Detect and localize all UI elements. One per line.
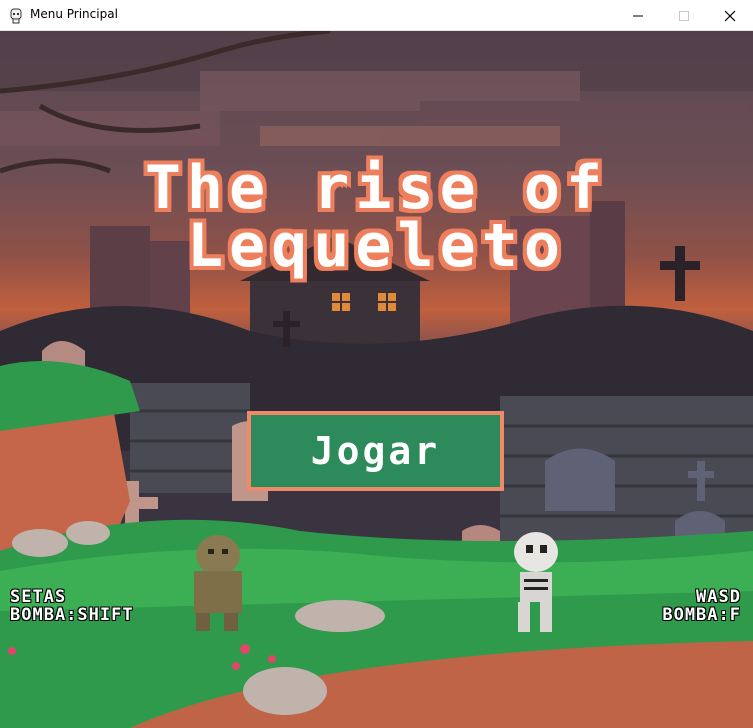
player1-controls: SETAS BOMBA:SHIFT xyxy=(10,588,134,624)
play-button[interactable]: Jogar xyxy=(247,411,504,491)
player2-move-keys: WASD xyxy=(696,587,741,607)
player2-bomb-key: BOMBA:F xyxy=(662,605,741,625)
game-title-line2: Lequeleto xyxy=(186,211,567,281)
maximize-button[interactable] xyxy=(661,0,707,31)
window-titlebar[interactable]: Menu Principal xyxy=(0,0,753,31)
close-icon xyxy=(724,10,736,22)
skull-app-icon xyxy=(10,8,22,24)
minimize-icon xyxy=(633,15,643,17)
play-button-label: Jogar xyxy=(310,429,441,473)
maximize-icon xyxy=(679,11,689,21)
game-title: The rise of Lequeleto xyxy=(0,153,753,281)
close-button[interactable] xyxy=(707,0,753,31)
minimize-button[interactable] xyxy=(615,0,661,31)
player1-move-keys: SETAS xyxy=(10,587,67,607)
game-title-line1: The rise of xyxy=(144,153,609,223)
window-title: Menu Principal xyxy=(30,7,118,21)
player1-bomb-key: BOMBA:SHIFT xyxy=(10,605,134,625)
player2-controls: WASD BOMBA:F xyxy=(662,588,741,624)
game-canvas: The rise of Lequeleto Jogar SETAS BOMBA:… xyxy=(0,31,753,728)
